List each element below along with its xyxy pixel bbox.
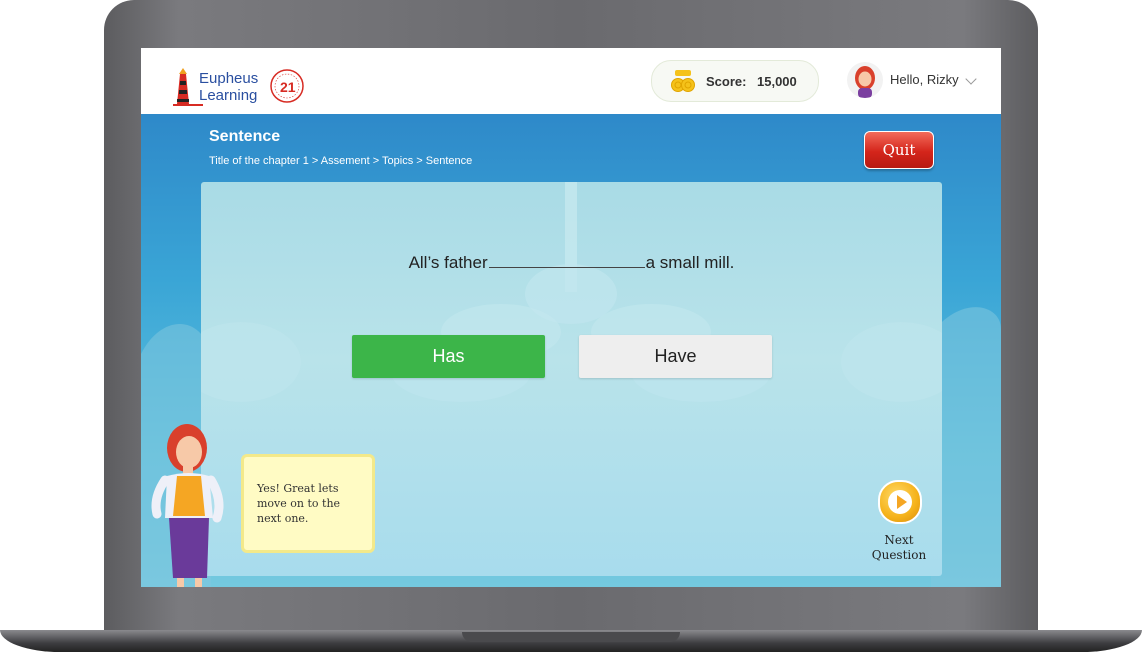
top-header: 21 Eupheus Learning Score: 15,000 Hello,… <box>141 48 1001 114</box>
logo-line-1: Eupheus <box>199 70 259 87</box>
eupheus-logo[interactable]: 21 Eupheus Learning <box>173 64 307 108</box>
next-label-line-1: Next <box>884 533 914 547</box>
feedback-message: Yes! Great lets move on to the next one. <box>257 482 341 525</box>
svg-text:21: 21 <box>280 79 296 95</box>
question-before-blank: All’s father <box>408 253 488 272</box>
avatar <box>847 62 883 98</box>
score-value: 15,000 <box>757 74 797 89</box>
next-question-button[interactable] <box>878 480 922 524</box>
score-display: Score: 15,000 <box>651 60 819 102</box>
page-title: Sentence <box>209 128 281 145</box>
teacher-character <box>151 424 224 587</box>
next-question-label[interactable]: Next Question <box>861 533 937 563</box>
app-screen: 21 Eupheus Learning Score: 15,000 Hello,… <box>141 48 1001 587</box>
user-menu[interactable]: Hello, Rizky <box>847 62 987 102</box>
logo-wordmark: Eupheus Learning <box>199 70 258 104</box>
breadcrumb[interactable]: Title of the chapter 1 > Assement > Topi… <box>209 155 472 167</box>
coin-stack-icon <box>671 70 695 92</box>
next-label-line-2: Question <box>871 548 927 562</box>
chevron-down-icon[interactable] <box>965 73 977 85</box>
option-have-button[interactable]: Have <box>579 335 772 378</box>
answer-blank <box>488 253 645 268</box>
question-text: All’s father a small mill. <box>201 253 942 273</box>
logo-line-2: Learning <box>199 87 258 104</box>
user-avatar-icon <box>855 66 875 98</box>
option-has-button[interactable]: Has <box>352 335 545 378</box>
play-icon <box>888 490 912 514</box>
question-after-blank: a small mill. <box>645 253 735 272</box>
score-label: Score: <box>706 74 747 89</box>
feedback-speech-bubble: Yes! Great lets move on to the next one. <box>241 454 375 553</box>
laptop-notch <box>462 632 680 642</box>
user-greeting: Hello, Rizky <box>890 72 959 87</box>
quit-button[interactable]: Quit <box>864 131 934 169</box>
